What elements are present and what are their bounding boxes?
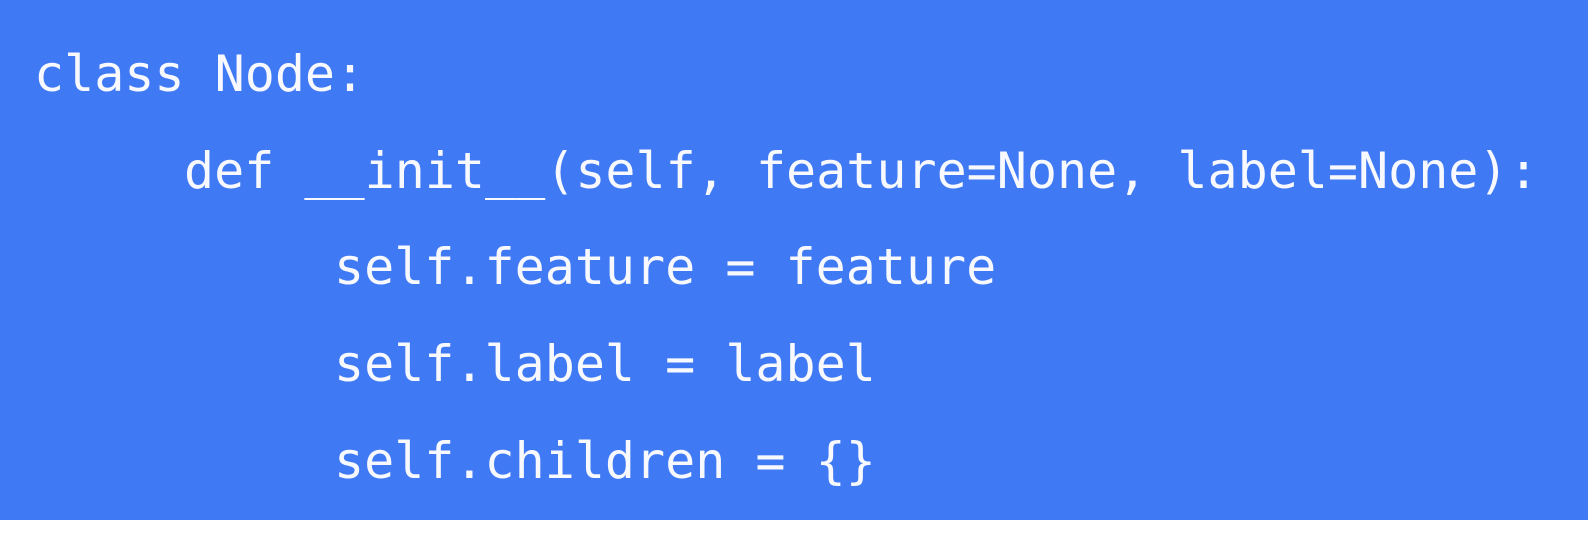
code-line-children-assignment: self.children = {}: [334, 432, 876, 490]
code-line-feature-assignment: self.feature = feature: [334, 238, 997, 296]
code-line-class-declaration: class Node:: [34, 45, 366, 103]
code-block: class Node: def __init__(self, feature=N…: [0, 0, 1588, 520]
bottom-border: [0, 520, 1588, 534]
code-line-init-definition: def __init__(self, feature=None, label=N…: [184, 142, 1539, 200]
code-line-label-assignment: self.label = label: [334, 335, 876, 393]
